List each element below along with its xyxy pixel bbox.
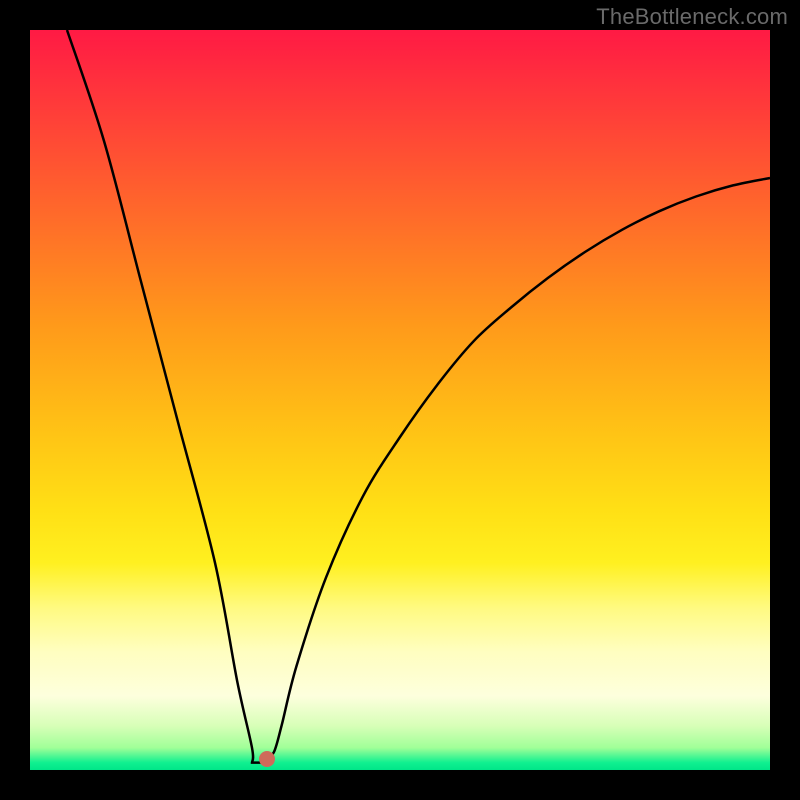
watermark-text: TheBottleneck.com (596, 4, 788, 30)
curve-svg (30, 30, 770, 770)
bottleneck-curve (67, 30, 770, 763)
chart-container: TheBottleneck.com (0, 0, 800, 800)
plot-area (30, 30, 770, 770)
optimal-point-marker (259, 751, 275, 767)
